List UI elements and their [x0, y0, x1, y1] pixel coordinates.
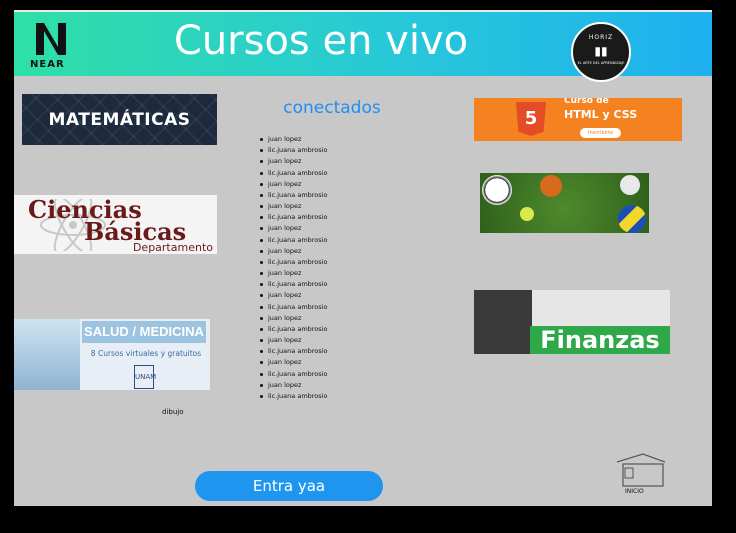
course-label-line3: Departamento: [132, 241, 213, 254]
course-finanzas[interactable]: Finanzas: [474, 290, 670, 354]
connected-user-item: juan lopez: [260, 246, 327, 257]
html5-icon: 5: [516, 102, 546, 136]
connected-user-item: juan lopez: [260, 268, 327, 279]
connected-user-item: juan lopez: [260, 223, 327, 234]
connected-user-item: juan lopez: [260, 134, 327, 145]
page-title: Cursos en vivo: [173, 18, 469, 64]
connected-user-item: lic.juana ambrosio: [260, 235, 327, 246]
soccer-ball-icon: [482, 175, 512, 205]
book-icon: ▮▮: [594, 44, 608, 58]
app-frame: NEAR Cursos en vivo HORIZ ▮▮ EL ARTE DEL…: [14, 10, 712, 506]
badge-bottom-text: EL ARTE DEL APRENDIZAJE: [577, 61, 625, 65]
header-bar: NEAR Cursos en vivo HORIZ ▮▮ EL ARTE DEL…: [14, 12, 712, 82]
connected-user-item: lic.juana ambrosio: [260, 324, 327, 335]
ball-icon: [620, 175, 640, 195]
connected-user-item: juan lopez: [260, 313, 327, 324]
course-subtitle: 8 Cursos virtuales y gratuitos: [90, 349, 202, 358]
course-label: MATEMÁTICAS: [48, 110, 191, 130]
enroll-button[interactable]: Inscribirte: [580, 128, 622, 138]
connected-user-item: lic.juana ambrosio: [260, 145, 327, 156]
connected-user-item: lic.juana ambrosio: [260, 346, 327, 357]
basketball-icon: [540, 175, 562, 197]
course-ciencias-basicas[interactable]: Ciencias Básicas Departamento: [14, 195, 217, 254]
volleyball-icon: [618, 205, 646, 233]
connected-user-item: lic.juana ambrosio: [260, 212, 327, 223]
connected-user-item: juan lopez: [260, 156, 327, 167]
home-icon[interactable]: [617, 452, 665, 488]
connected-user-item: juan lopez: [260, 290, 327, 301]
course-deportes[interactable]: [480, 173, 649, 233]
connected-user-item: juan lopez: [260, 380, 327, 391]
course-html-css[interactable]: 5 Curso de HTML y CSS Inscribirte: [474, 98, 682, 141]
course-label: SALUD / MEDICINA: [82, 321, 206, 343]
connected-user-list: juan lopez lic.juana ambrosio juan lopez li…: [260, 134, 327, 402]
tennis-ball-icon: [520, 207, 534, 221]
connected-user-item: lic.juana ambrosio: [260, 279, 327, 290]
connected-user-item: lic.juana ambrosio: [260, 369, 327, 380]
connected-user-item: juan lopez: [260, 201, 327, 212]
course-dibujo-link[interactable]: dibujo: [162, 408, 184, 416]
connected-user-item: lic.juana ambrosio: [260, 302, 327, 313]
course-prefix: Curso de: [564, 98, 609, 106]
horizonte-badge[interactable]: HORIZ ▮▮ EL ARTE DEL APRENDIZAJE: [571, 22, 631, 82]
connected-user-item: lic.juana ambrosio: [260, 168, 327, 179]
connected-title: conectados: [283, 98, 381, 118]
connected-user-item: lic.juana ambrosio: [260, 391, 327, 402]
connected-user-item: lic.juana ambrosio: [260, 190, 327, 201]
calculator-image: [474, 290, 532, 354]
enter-button[interactable]: Entra yaa: [195, 471, 383, 501]
badge-top-text: HORIZ: [588, 34, 614, 41]
course-salud-medicina[interactable]: SALUD / MEDICINA 8 Cursos virtuales y gr…: [14, 319, 210, 390]
doctor-image: [14, 319, 80, 390]
course-label: HTML y CSS: [564, 108, 638, 121]
course-label: Finanzas: [530, 326, 670, 354]
near-logo-text: NEAR: [30, 59, 65, 70]
connected-user-item: juan lopez: [260, 179, 327, 190]
home-label[interactable]: INICIO: [625, 488, 644, 495]
unam-seal-icon: UNAM: [134, 365, 156, 389]
connected-user-item: lic.juana ambrosio: [260, 257, 327, 268]
connected-user-item: juan lopez: [260, 357, 327, 368]
course-matematicas[interactable]: MATEMÁTICAS: [22, 94, 217, 145]
connected-user-item: juan lopez: [260, 335, 327, 346]
